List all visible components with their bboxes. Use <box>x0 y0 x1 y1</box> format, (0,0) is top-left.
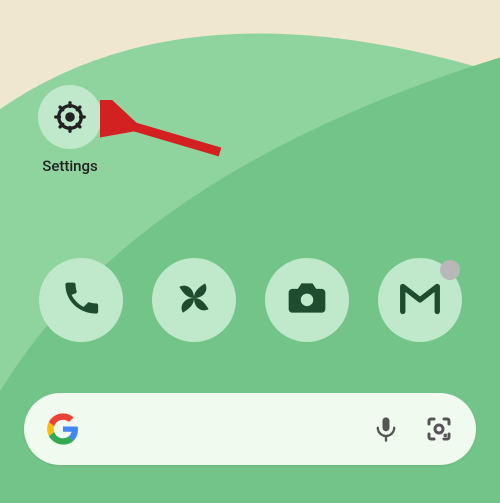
gmail-app[interactable] <box>378 258 462 342</box>
google-search-bar[interactable] <box>24 393 476 465</box>
google-g-icon <box>46 412 80 446</box>
photos-app[interactable] <box>152 258 236 342</box>
lens-icon[interactable] <box>424 414 454 444</box>
gmail-m-icon <box>397 275 443 325</box>
settings-label: Settings <box>30 157 110 175</box>
gear-icon <box>38 85 102 149</box>
mic-icon[interactable] <box>372 415 400 443</box>
camera-app[interactable] <box>265 258 349 342</box>
notification-badge <box>440 260 460 280</box>
settings-app[interactable]: Settings <box>30 85 110 175</box>
camera-icon <box>285 276 329 324</box>
phone-icon <box>60 277 102 323</box>
dock <box>0 258 500 342</box>
pinwheel-icon <box>172 276 216 324</box>
phone-app[interactable] <box>39 258 123 342</box>
